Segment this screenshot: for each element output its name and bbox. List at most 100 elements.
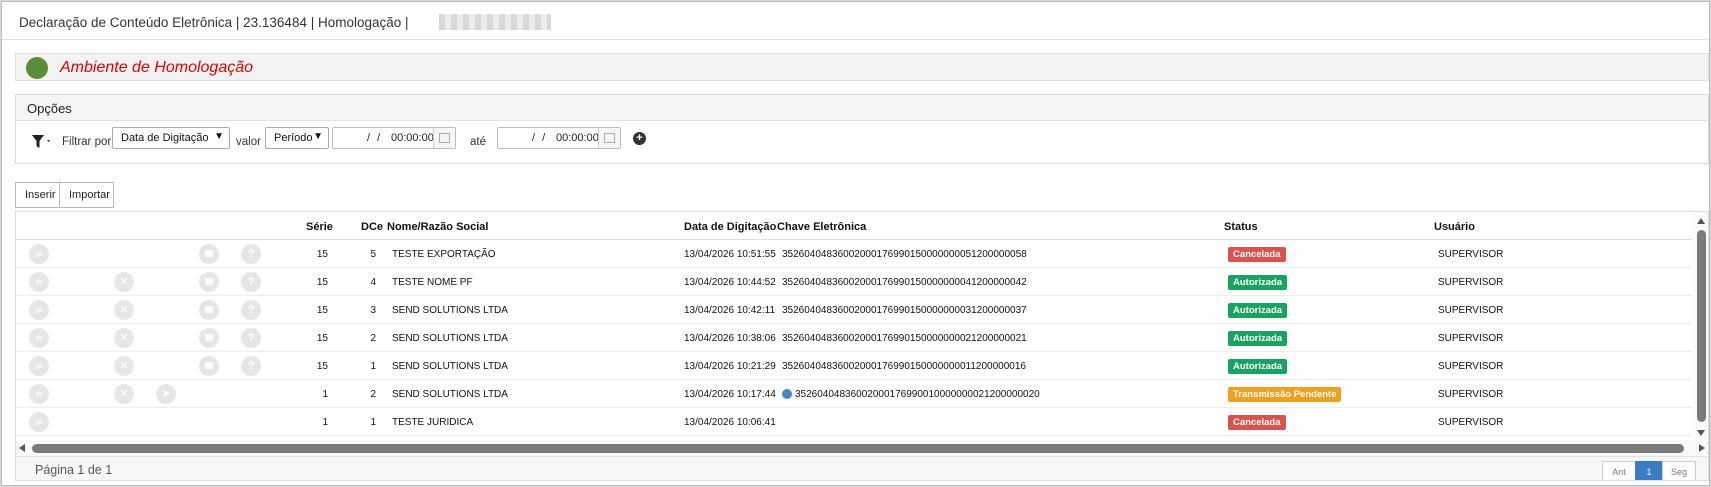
table-row[interactable]: ⌕ ✕ ? 15 4 TESTE NOME PF 13/04/2026 10:4… [16,268,1692,296]
table-row[interactable]: ⌕ ✕ ➤ 1 2 SEND SOLUTIONS LTDA 13/04/2026… [16,380,1692,408]
from-datetime-input[interactable]: / / 00:00:00 [332,127,456,149]
paper-plane-icon[interactable]: ➤ [156,384,176,404]
magnifier-icon[interactable]: ⌕ [29,356,49,376]
filter-icon[interactable] [31,134,53,150]
to-date: / / [532,132,548,144]
magnifier-icon[interactable]: ⌕ [29,272,49,292]
x-circle-icon[interactable]: ✕ [114,384,134,404]
cell-nome: TESTE JURIDICA [392,417,474,428]
print-icon[interactable] [199,356,219,376]
page-1-button[interactable]: 1 [1635,461,1663,480]
filter-by-label: Filtrar por [62,136,112,148]
cell-serie: 15 [316,361,328,372]
print-icon[interactable] [199,272,219,292]
pending-dot-icon [782,389,792,399]
cell-nome: SEND SOLUTIONS LTDA [392,305,508,316]
next-page-button[interactable]: Seg [1662,461,1696,480]
vertical-scroll-thumb[interactable] [1697,230,1706,422]
scroll-down-icon[interactable] [1697,430,1705,436]
chevron-down-icon: ▼ [313,131,323,142]
scroll-up-icon[interactable] [1697,218,1705,224]
table-row[interactable]: ⌕ 1 1 TESTE JURIDICA 13/04/2026 10:06:41… [16,408,1692,436]
to-calendar-button[interactable] [598,128,620,148]
cell-dce: 3 [370,305,376,316]
scroll-right-icon[interactable] [1699,444,1705,452]
page-info: Página 1 de 1 [35,463,113,477]
cell-nome: SEND SOLUTIONS LTDA [392,389,508,400]
header-usuario[interactable]: Usuário [1434,221,1475,233]
question-icon[interactable]: ? [241,328,261,348]
table-row[interactable]: ⌕ ? 15 5 TESTE EXPORTAÇÃO 13/04/2026 10:… [16,240,1692,268]
plus-circle-icon[interactable]: + [633,132,646,145]
scroll-left-icon[interactable] [19,444,25,452]
header-dce[interactable]: DCe [361,221,383,233]
status-badge: Transmissão Pendente [1228,387,1342,402]
value-label: valor [236,136,261,148]
environment-status-icon [26,57,48,79]
table-header: Série DCe Nome/Razão Social Data de Digi… [16,212,1692,240]
cell-usuario: SUPERVISOR [1438,389,1504,400]
print-icon[interactable] [199,300,219,320]
from-date: / / [367,132,383,144]
status-badge: Autorizada [1228,331,1288,346]
cell-dce: 1 [370,417,376,428]
table-row[interactable]: ⌕ ✕ ? 15 1 SEND SOLUTIONS LTDA 13/04/202… [16,352,1692,380]
cell-serie: 1 [322,417,328,428]
header-data[interactable]: Data de Digitação [684,221,776,233]
filter-by-value: Data de Digitação [121,132,209,144]
table-row[interactable]: ⌕ ✕ ? 15 2 SEND SOLUTIONS LTDA 13/04/202… [16,324,1692,352]
magnifier-icon[interactable]: ⌕ [29,328,49,348]
cell-usuario: SUPERVISOR [1438,361,1504,372]
table-row[interactable]: ⌕ ✕ ? 15 3 SEND SOLUTIONS LTDA 13/04/202… [16,296,1692,324]
cell-data: 13/04/2026 10:51:55 [684,249,776,260]
header-status[interactable]: Status [1224,221,1258,233]
status-badge: Cancelada [1228,247,1286,262]
import-button[interactable]: Importar [59,182,114,208]
horizontal-scrollbar[interactable] [16,440,1708,456]
filter-row: Filtrar por Data de Digitação ▼ valor Pe… [16,121,1708,165]
header-serie[interactable]: Série [306,221,333,233]
x-circle-icon[interactable]: ✕ [114,356,134,376]
cell-chave: 3526040483600200017699015000000005120000… [782,249,1027,260]
x-circle-icon[interactable]: ✕ [114,272,134,292]
value-select[interactable]: Período ▼ [265,127,329,149]
magnifier-icon[interactable]: ⌕ [29,412,49,432]
cell-usuario: SUPERVISOR [1438,333,1504,344]
options-panel: Opções Filtrar por Data de Digitação ▼ v… [15,94,1709,164]
cell-chave: 3526040483600200017699015000000003120000… [782,305,1027,316]
question-icon[interactable]: ? [241,244,261,264]
filter-by-select[interactable]: Data de Digitação ▼ [112,127,230,149]
window-title: Declaração de Conteúdo Eletrônica | 23.1… [19,15,409,30]
cell-data: 13/04/2026 10:17:44 [684,389,776,400]
horizontal-scroll-thumb[interactable] [32,444,1684,453]
magnifier-icon[interactable]: ⌕ [29,384,49,404]
cell-serie: 15 [316,249,328,260]
cell-serie: 15 [316,277,328,288]
cell-chave: 3526040483600200017699015000000004120000… [782,277,1027,288]
insert-button[interactable]: Inserir [15,182,60,208]
x-circle-icon[interactable]: ✕ [114,328,134,348]
print-icon[interactable] [199,328,219,348]
pagination: Ant 1 Seg [1602,461,1700,480]
print-icon[interactable] [199,244,219,264]
from-calendar-button[interactable] [433,128,455,148]
to-datetime-input[interactable]: / / 00:00:00 [497,127,621,149]
cell-dce: 2 [370,389,376,400]
to-time: 00:00:00 [556,132,599,144]
cell-dce: 1 [370,361,376,372]
prev-page-button[interactable]: Ant [1602,461,1636,480]
question-icon[interactable]: ? [241,356,261,376]
magnifier-icon[interactable]: ⌕ [29,300,49,320]
calendar-icon [439,133,450,143]
cell-usuario: SUPERVISOR [1438,305,1504,316]
header-chave[interactable]: Chave Eletrônica [777,221,866,233]
cell-chave: 3526040483600200017699015000000002120000… [782,333,1027,344]
magnifier-icon[interactable]: ⌕ [29,244,49,264]
options-title: Opções [27,101,72,116]
question-icon[interactable]: ? [241,272,261,292]
question-icon[interactable]: ? [241,300,261,320]
header-nome[interactable]: Nome/Razão Social [387,221,488,233]
cell-usuario: SUPERVISOR [1438,277,1504,288]
x-circle-icon[interactable]: ✕ [114,300,134,320]
vertical-scrollbar[interactable] [1693,212,1708,440]
